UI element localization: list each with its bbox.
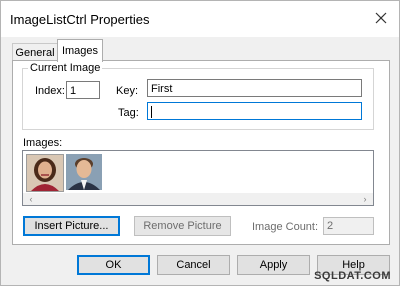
cancel-button[interactable]: Cancel: [157, 255, 230, 275]
tag-field[interactable]: [147, 102, 362, 120]
key-label: Key:: [116, 85, 139, 97]
title-bar: ImageListCtrl Properties: [1, 1, 399, 37]
image-count-field: 2: [323, 217, 374, 235]
remove-picture-button[interactable]: Remove Picture: [134, 216, 231, 236]
tab-images[interactable]: Images: [57, 39, 103, 62]
insert-picture-button[interactable]: Insert Picture...: [23, 216, 120, 236]
image-thumbnail-woman[interactable]: [26, 154, 64, 192]
index-field[interactable]: 1: [66, 81, 100, 99]
close-icon[interactable]: [373, 10, 389, 26]
current-image-group-label: Current Image: [28, 62, 103, 74]
watermark: SQLDAT.COM: [314, 270, 391, 282]
images-listview[interactable]: ‹ ›: [22, 150, 374, 206]
portrait-woman-image: [27, 155, 63, 191]
chevron-left-icon[interactable]: ‹: [25, 193, 37, 205]
text-caret: [151, 106, 152, 119]
image-thumbnail-man[interactable]: [66, 154, 102, 190]
images-label: Images:: [23, 137, 63, 149]
tag-label: Tag:: [118, 107, 139, 119]
horizontal-scrollbar[interactable]: ‹ ›: [23, 193, 373, 205]
chevron-right-icon[interactable]: ›: [359, 193, 371, 205]
apply-button[interactable]: Apply: [237, 255, 310, 275]
key-field[interactable]: First: [147, 79, 362, 97]
index-label: Index:: [35, 85, 65, 97]
image-count-label: Image Count:: [252, 221, 319, 233]
properties-dialog: ImageListCtrl Properties General Images …: [0, 0, 400, 286]
portrait-man-image: [66, 154, 102, 190]
window-title: ImageListCtrl Properties: [10, 12, 150, 27]
ok-button[interactable]: OK: [77, 255, 150, 275]
